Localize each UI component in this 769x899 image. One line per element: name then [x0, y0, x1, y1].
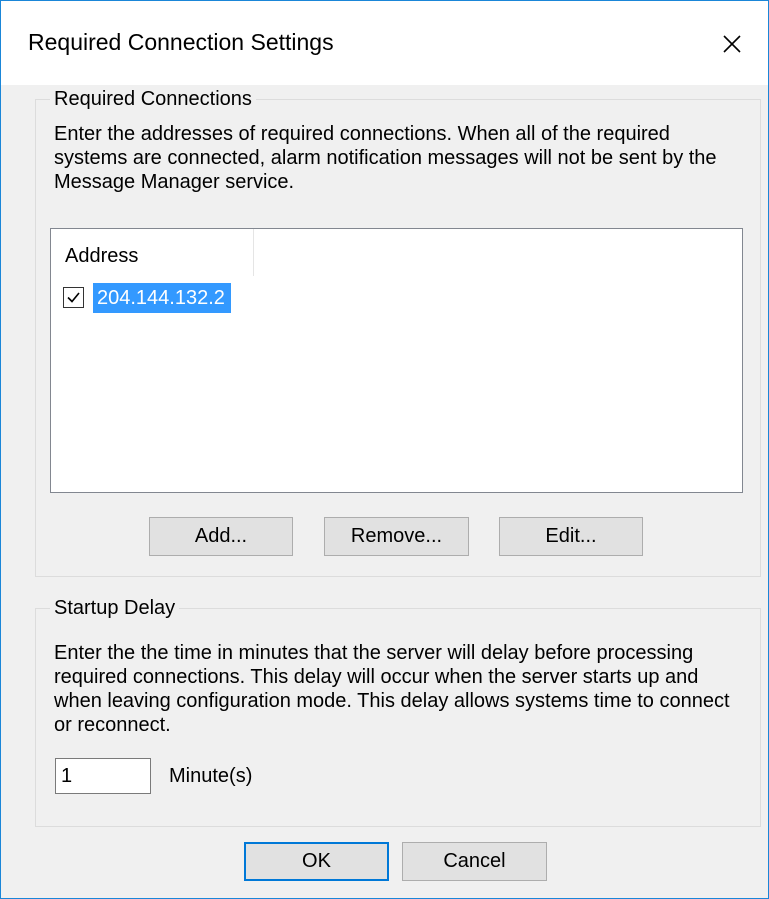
cancel-button[interactable]: Cancel	[402, 842, 547, 881]
startup-delay-group-label: Startup Delay	[50, 595, 180, 621]
required-connections-description: Enter the addresses of required connecti…	[54, 123, 717, 193]
address-checkbox[interactable]	[63, 287, 84, 308]
address-item-text[interactable]: 204.144.132.2	[93, 283, 231, 313]
startup-delay-minutes-input[interactable]: 1	[55, 758, 151, 794]
ok-button[interactable]: OK	[244, 842, 389, 881]
remove-button[interactable]: Remove...	[324, 517, 469, 556]
required-connection-settings-dialog: Required Connection Settings Required Co…	[0, 0, 769, 899]
minutes-unit-label: Minute(s)	[169, 765, 253, 787]
checkmark-icon	[67, 292, 80, 303]
title-bar: Required Connection Settings	[1, 1, 768, 85]
add-button[interactable]: Add...	[149, 517, 293, 556]
window-title: Required Connection Settings	[28, 29, 334, 55]
address-column-header[interactable]: Address	[51, 229, 254, 276]
close-icon	[723, 35, 741, 53]
required-connections-group-label: Required Connections	[50, 86, 256, 112]
address-list[interactable]: Address 204.144.132.2	[50, 228, 743, 493]
list-item[interactable]: 204.144.132.2	[62, 283, 362, 313]
edit-button[interactable]: Edit...	[499, 517, 643, 556]
close-button[interactable]	[708, 1, 768, 85]
startup-delay-description: Enter the the time in minutes that the s…	[54, 642, 730, 736]
